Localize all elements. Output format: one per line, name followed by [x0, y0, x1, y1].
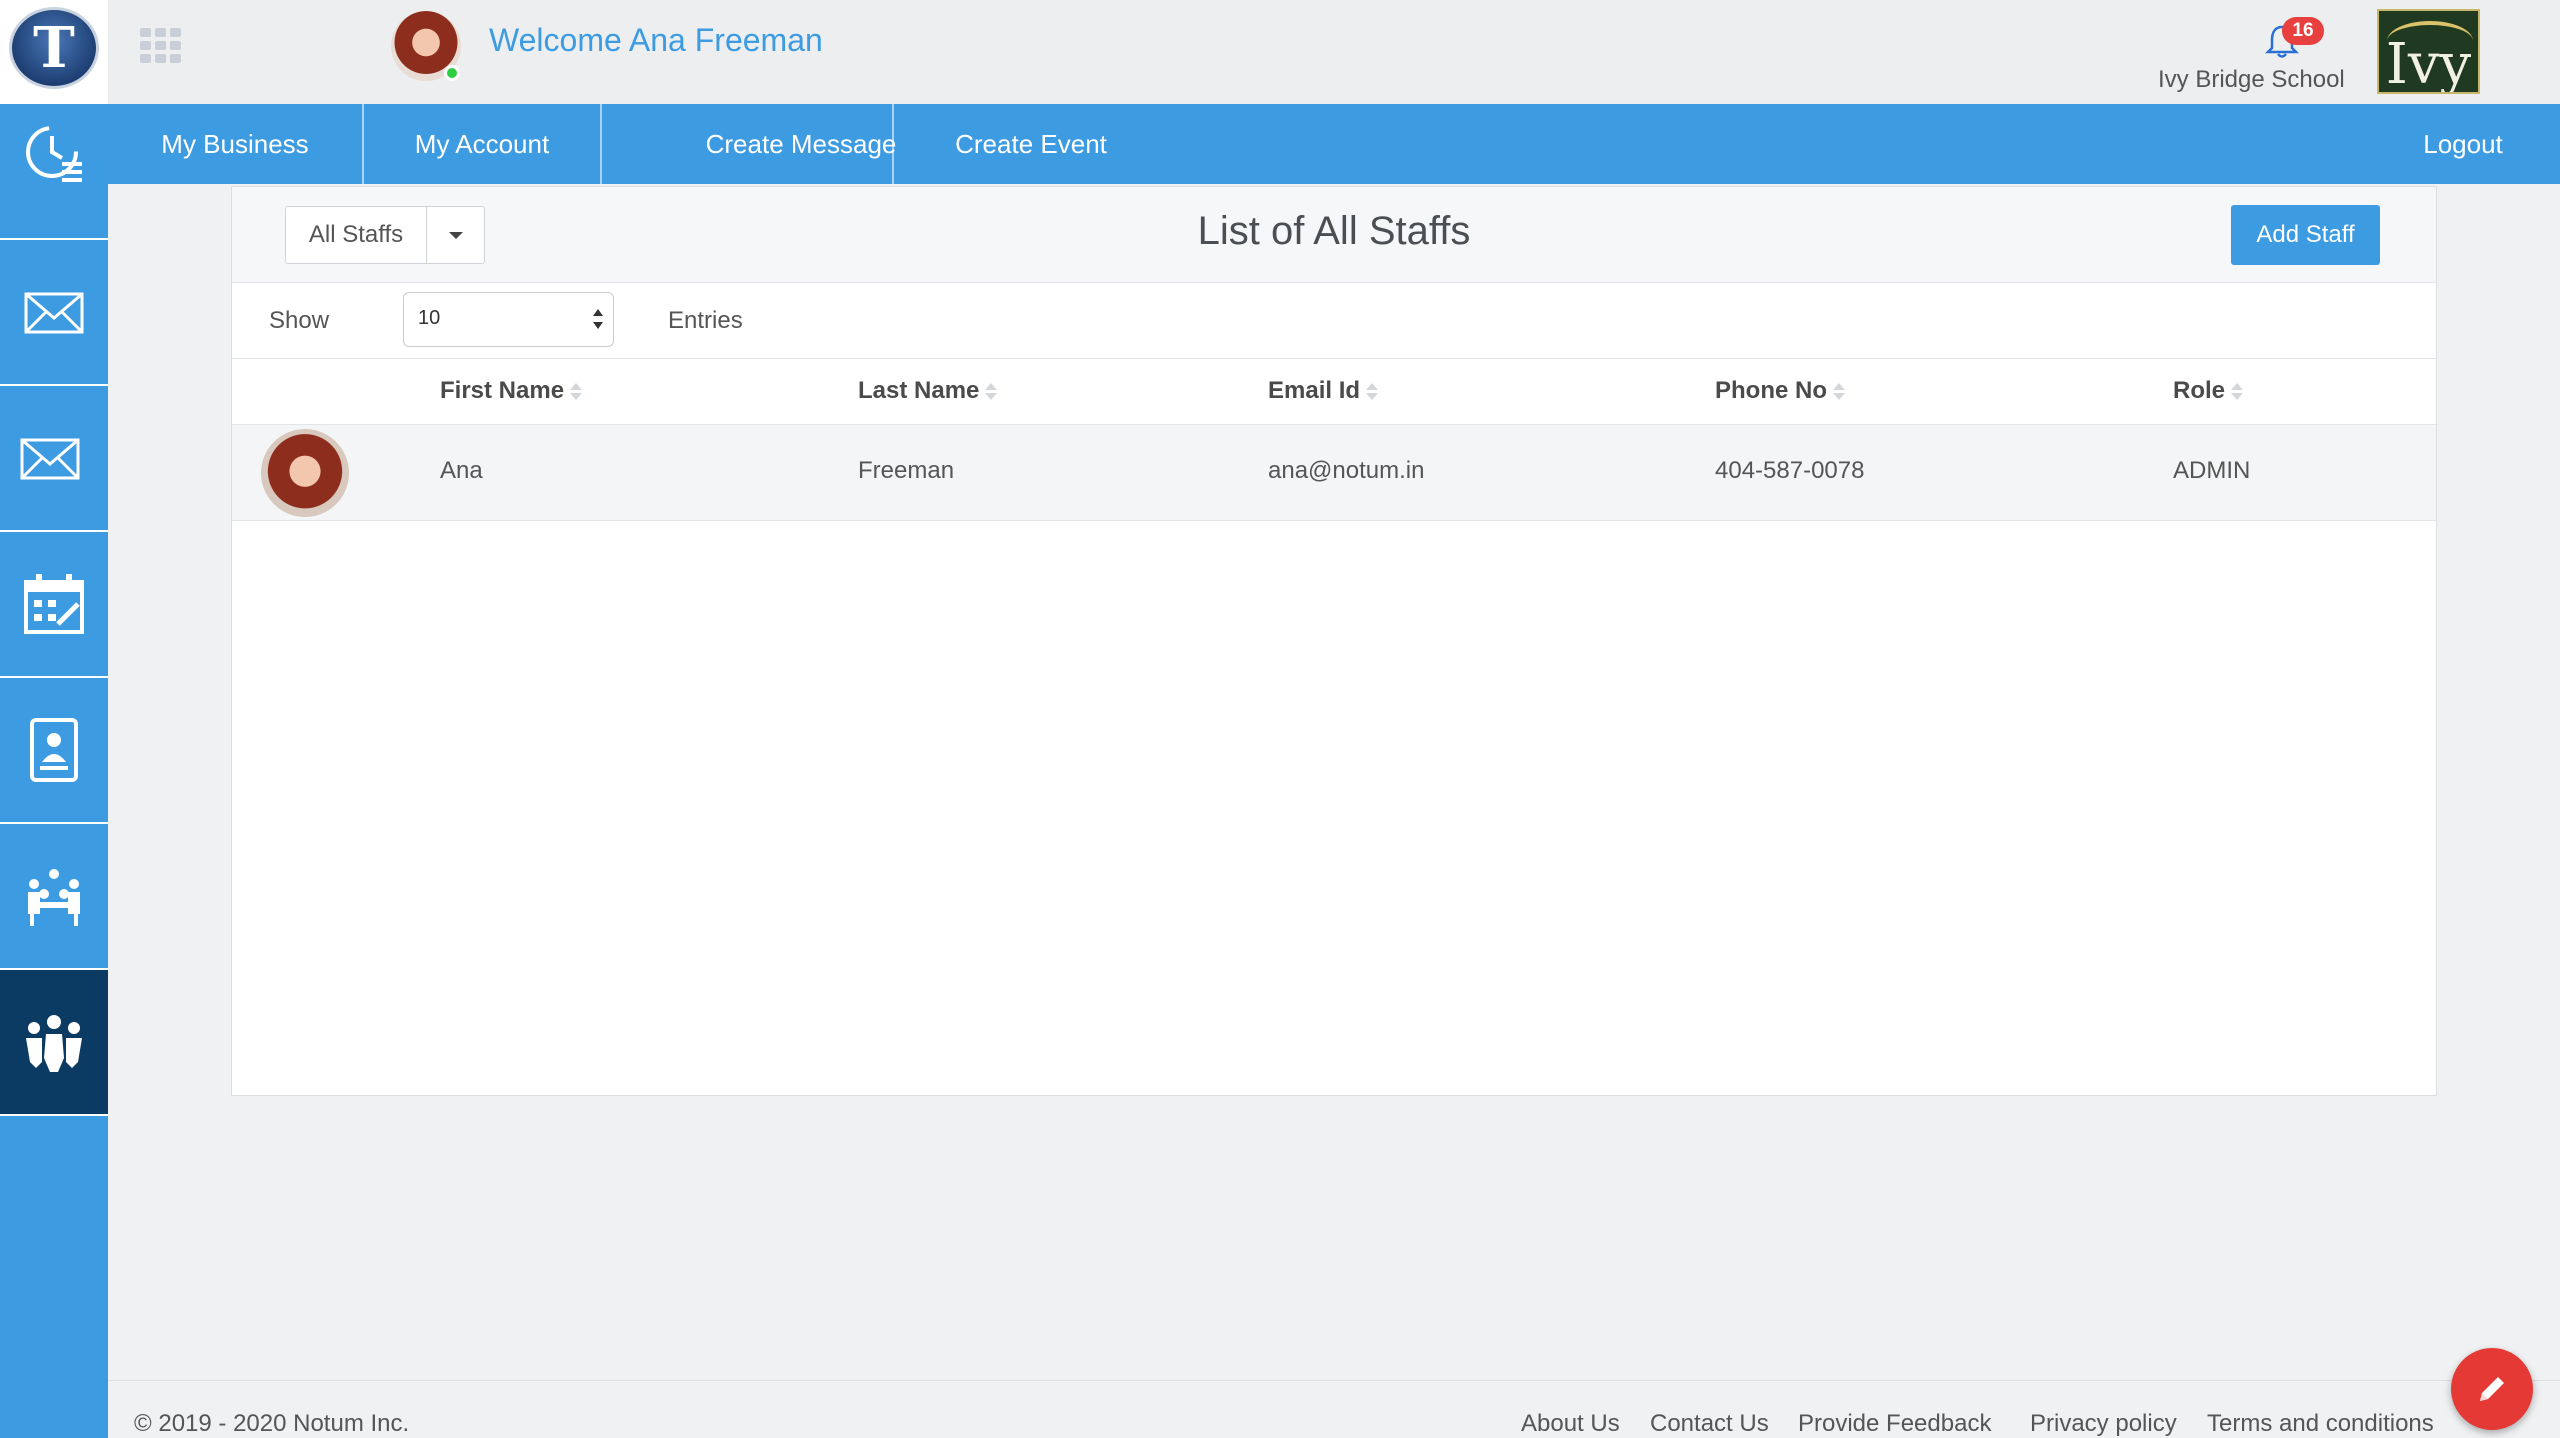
staff-group-icon [26, 1015, 82, 1072]
cell-last-name: Freeman [858, 457, 955, 484]
school-logo: Ivy [2377, 9, 2480, 94]
page-size-row: Show 10 Entries [232, 283, 2436, 359]
staff-list-card: All Staffs List of All Staffs Add Staff … [231, 186, 2437, 1096]
column-header-label: Email Id [1268, 377, 1361, 404]
calendar-edit-icon [24, 574, 84, 634]
sidebar-item-contacts[interactable] [0, 678, 108, 824]
cell-email: ana@notum.in [1268, 457, 1425, 484]
cell-first-name: Ana [440, 457, 483, 484]
footer-link-terms[interactable]: Terms and conditions [2207, 1410, 2434, 1438]
cell-role: ADMIN [2173, 457, 2251, 484]
sort-icon [985, 382, 998, 402]
column-header-first-name[interactable]: First Name [440, 377, 583, 405]
footer-link-about-us[interactable]: About Us [1521, 1410, 1620, 1438]
welcome-message: Welcome Ana Freeman [489, 22, 823, 58]
meeting-group-icon [28, 869, 80, 926]
column-header-email[interactable]: Email Id [1268, 377, 1379, 405]
school-logo-text: Ivy [2385, 32, 2472, 94]
sidebar-item-events[interactable] [0, 532, 108, 678]
sort-icon [2231, 382, 2244, 402]
footer-copyright: © 2019 - 2020 Notum Inc. [134, 1410, 410, 1437]
envelope-icon [24, 292, 84, 334]
left-sidebar [0, 104, 108, 1438]
online-status-indicator [444, 65, 460, 81]
table-row[interactable]: Ana Freeman ana@notum.in 404-587-0078 AD… [232, 425, 2436, 521]
page-title: List of All Staffs [1197, 209, 1471, 253]
compose-fab-button[interactable] [2451, 1348, 2533, 1430]
cell-phone: 404-587-0078 [1715, 457, 1865, 484]
sidebar-item-messages[interactable] [0, 240, 108, 386]
add-staff-button[interactable]: Add Staff [2231, 205, 2380, 265]
nav-my-business[interactable]: My Business [108, 104, 362, 184]
envelope-icon [20, 438, 80, 480]
page-size-value: 10 [418, 307, 441, 329]
column-header-label: Phone No [1715, 377, 1827, 404]
footer-link-provide-feedback[interactable]: Provide Feedback [1798, 1410, 1991, 1438]
card-header: All Staffs List of All Staffs Add Staff [232, 187, 2436, 283]
entries-label: Entries [668, 307, 743, 334]
nav-create-event[interactable]: Create Event [894, 104, 1168, 184]
app-logo-icon: T [9, 7, 99, 89]
table-header: First Name Last Name Email Id Phone No R… [232, 359, 2436, 425]
sidebar-item-staff[interactable] [0, 970, 108, 1116]
main-nav: My Business My Account Create Message Cr… [108, 104, 2560, 184]
column-header-label: Last Name [858, 377, 980, 404]
column-header-phone[interactable]: Phone No [1715, 377, 1845, 405]
page-size-select[interactable]: 10 [403, 292, 614, 347]
sidebar-item-inbox[interactable] [0, 386, 108, 532]
pencil-icon [2480, 1377, 2504, 1401]
sidebar-item-meetings[interactable] [0, 824, 108, 970]
staff-avatar [261, 429, 349, 517]
footer-link-privacy-policy[interactable]: Privacy policy [2030, 1410, 2177, 1438]
sidebar-item-dashboard[interactable] [0, 104, 108, 240]
select-arrows-icon [593, 307, 603, 333]
top-header: T Welcome Ana Freeman 16 Ivy Bridge Scho… [0, 0, 2560, 104]
column-header-last-name[interactable]: Last Name [858, 377, 998, 405]
column-header-label: First Name [440, 377, 565, 404]
footer-link-contact-us[interactable]: Contact Us [1650, 1410, 1769, 1438]
app-logo-letter: T [33, 15, 75, 81]
contact-tablet-icon [30, 718, 78, 782]
column-header-role[interactable]: Role [2173, 377, 2244, 405]
show-label: Show [269, 307, 330, 334]
dashboard-clock-icon [26, 126, 82, 182]
school-name: Ivy Bridge School [2158, 66, 2345, 93]
column-header-label: Role [2173, 377, 2226, 404]
footer-divider [108, 1380, 2560, 1381]
sort-icon [570, 382, 583, 402]
sort-icon [1366, 382, 1379, 402]
nav-my-account[interactable]: My Account [364, 104, 600, 184]
notification-count-badge[interactable]: 16 [2282, 17, 2324, 45]
apps-grid-icon[interactable] [140, 28, 182, 63]
logout-link[interactable]: Logout [2378, 104, 2548, 184]
sort-icon [1833, 382, 1845, 402]
app-logo[interactable]: T [0, 0, 108, 104]
